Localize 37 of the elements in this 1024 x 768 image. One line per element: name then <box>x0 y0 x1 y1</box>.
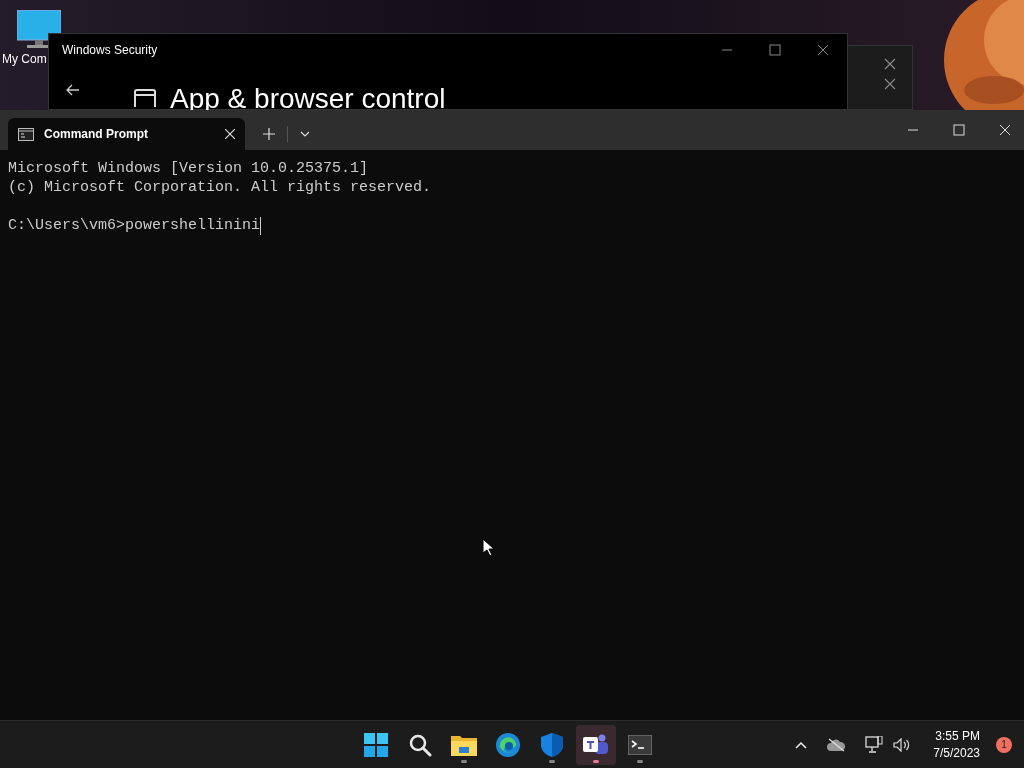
cloud-off-icon[interactable] <box>827 737 846 752</box>
search-icon <box>407 732 432 757</box>
teams-icon <box>582 732 609 757</box>
shield-icon <box>540 732 563 757</box>
windows-logo-icon <box>363 732 388 757</box>
console-output-line: Microsoft Windows [Version 10.0.25375.1] <box>8 159 370 178</box>
close-icon <box>884 78 896 90</box>
monitor-icon[interactable] <box>17 10 61 50</box>
plus-icon[interactable] <box>263 128 275 140</box>
terminal-icon <box>627 734 652 755</box>
browser-icon <box>495 732 520 757</box>
volume-icon[interactable] <box>893 737 912 752</box>
close-icon <box>884 58 896 70</box>
back-arrow-icon[interactable] <box>66 84 80 96</box>
running-indicator <box>548 759 555 763</box>
running-indicator <box>460 759 467 763</box>
console-icon <box>18 127 34 141</box>
mouse-pointer-icon <box>482 538 494 556</box>
browser-window-icon <box>134 89 156 107</box>
network-icon[interactable] <box>865 736 884 753</box>
taskbar-app-button[interactable] <box>575 724 616 765</box>
close-icon[interactable] <box>817 44 829 56</box>
chevron-up-icon[interactable] <box>795 740 808 749</box>
text-cursor <box>260 216 262 235</box>
tab-title: Command Prompt <box>44 126 149 143</box>
desktop-icon-label: My Com <box>2 51 47 68</box>
window-title: Windows Security <box>62 42 159 59</box>
notification-badge[interactable]: 1 <box>996 736 1012 753</box>
maximize-icon[interactable] <box>769 44 781 56</box>
running-indicator <box>636 759 643 763</box>
clock[interactable]: 3:55 PM 7/5/2023 <box>933 727 980 762</box>
folder-icon <box>450 733 477 756</box>
chevron-down-icon[interactable] <box>300 131 310 137</box>
console-output-line: (c) Microsoft Corporation. All rights reserved. <box>8 178 433 197</box>
terminal-tab[interactable]: Command Prompt <box>8 118 245 150</box>
running-indicator <box>592 759 599 763</box>
command-prompt-line: C:\Users\vm6>powershellinini <box>8 216 261 235</box>
